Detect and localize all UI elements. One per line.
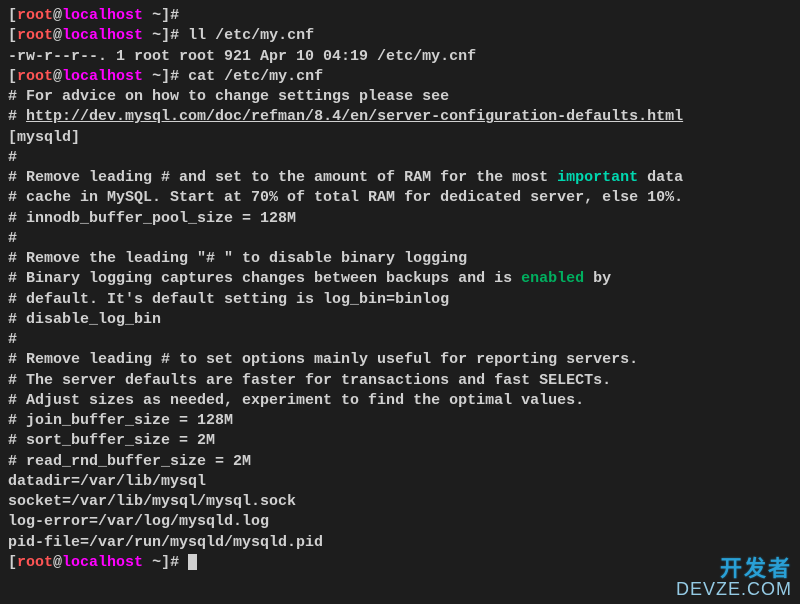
file-line: #: [8, 330, 792, 350]
file-line: # For advice on how to change settings p…: [8, 87, 792, 107]
file-line: #: [8, 229, 792, 249]
ll-output: -rw-r--r--. 1 root root 921 Apr 10 04:19…: [8, 47, 792, 67]
file-line: log-error=/var/log/mysqld.log: [8, 512, 792, 532]
file-line: # join_buffer_size = 128M: [8, 411, 792, 431]
file-line: # Remove the leading "# " to disable bin…: [8, 249, 792, 269]
watermark-en: DEVZE.COM: [676, 580, 792, 598]
cursor-icon: [188, 554, 197, 570]
file-line: # The server defaults are faster for tra…: [8, 371, 792, 391]
file-line: datadir=/var/lib/mysql: [8, 472, 792, 492]
file-line: # Binary logging captures changes betwee…: [8, 269, 792, 289]
file-line: # read_rnd_buffer_size = 2M: [8, 452, 792, 472]
file-line: # Remove leading # and set to the amount…: [8, 168, 792, 188]
file-line: # cache in MySQL. Start at 70% of total …: [8, 188, 792, 208]
file-line: #: [8, 148, 792, 168]
file-line: # innodb_buffer_pool_size = 128M: [8, 209, 792, 229]
file-line: # default. It's default setting is log_b…: [8, 290, 792, 310]
file-line: pid-file=/var/run/mysqld/mysqld.pid: [8, 533, 792, 553]
file-line: socket=/var/lib/mysql/mysql.sock: [8, 492, 792, 512]
watermark-cn: 开发者: [676, 558, 792, 580]
prompt-line-3: [root@localhost ~]# cat /etc/my.cnf: [8, 67, 792, 87]
file-line: # http://dev.mysql.com/doc/refman/8.4/en…: [8, 107, 792, 127]
file-line: # sort_buffer_size = 2M: [8, 431, 792, 451]
file-line: # Remove leading # to set options mainly…: [8, 350, 792, 370]
file-line: # Adjust sizes as needed, experiment to …: [8, 391, 792, 411]
file-line: [mysqld]: [8, 128, 792, 148]
watermark: 开发者 DEVZE.COM: [676, 558, 792, 598]
prompt-line-1: [root@localhost ~]#: [8, 6, 792, 26]
file-line: # disable_log_bin: [8, 310, 792, 330]
prompt-line-2: [root@localhost ~]# ll /etc/my.cnf: [8, 26, 792, 46]
prompt-line-4[interactable]: [root@localhost ~]#: [8, 553, 792, 573]
terminal-output[interactable]: [root@localhost ~]# [root@localhost ~]# …: [8, 6, 792, 573]
